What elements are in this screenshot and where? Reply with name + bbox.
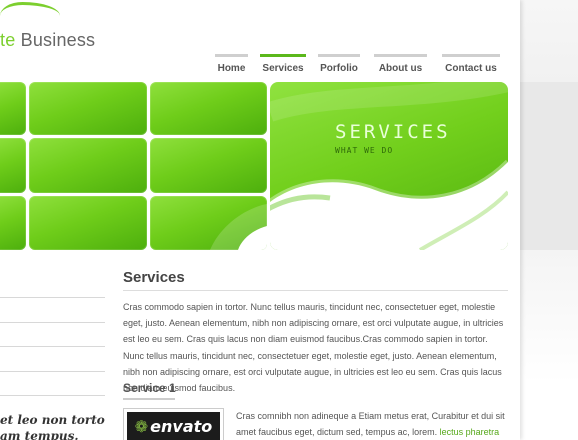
site-logo[interactable]: te Business: [0, 30, 95, 51]
banner-tile: [29, 196, 147, 250]
envato-logo: ❁ envato: [127, 412, 220, 440]
service-1-underline: [123, 398, 175, 400]
logo-swoosh-icon: [0, 2, 60, 24]
page-title: Services: [123, 269, 185, 286]
main-nav: Home Services Porfolio About us Contact …: [207, 54, 512, 74]
thumbnail-label: envato: [150, 416, 213, 436]
background-top-band: [520, 0, 578, 82]
banner-tile: [0, 82, 26, 135]
nav-item-contact-us[interactable]: Contact us: [442, 54, 500, 74]
nav-item-portfolio[interactable]: Porfolio: [318, 54, 360, 74]
sidebar-divider: [0, 371, 105, 372]
sidebar-divider: [0, 297, 105, 298]
logo-accent-text: te: [0, 30, 16, 50]
leaf-icon: ❁: [134, 416, 149, 436]
nav-item-home[interactable]: Home: [215, 54, 248, 74]
banner-tile: [29, 138, 147, 193]
banner-subtitle: WHAT WE DO: [335, 146, 394, 155]
logo-text: Business: [15, 30, 96, 50]
nav-item-about-us[interactable]: About us: [374, 54, 427, 74]
service-1-description: Cras comnibh non adineque a Etiam metus …: [236, 408, 511, 440]
background-bottom-band: [520, 250, 578, 440]
banner-tile: [0, 138, 26, 193]
background-mid-band: [520, 82, 578, 250]
sidebar-quote-line: et leo non tortor: [0, 413, 105, 427]
banner-tile: [29, 82, 147, 135]
sidebar-divider: [0, 322, 105, 323]
title-divider: [123, 290, 508, 291]
service-1-title: Service 1: [123, 381, 176, 395]
banner-tile: [150, 196, 267, 250]
sidebar-quote: et leo non tortor am tempus.: [0, 412, 105, 440]
service-1-thumbnail[interactable]: ❁ envato: [123, 408, 224, 440]
sidebar-divider: [0, 346, 105, 347]
banner-feature-panel: [270, 82, 508, 250]
sidebar-quote-line: am tempus.: [0, 429, 79, 440]
page-column: te Business Home Services Porfolio About…: [0, 0, 520, 440]
banner-tile: [150, 138, 267, 193]
banner-title: SERVICES: [335, 121, 451, 143]
intro-paragraph: Cras commodo sapien in tortor. Nunc tell…: [123, 302, 504, 394]
sidebar-divider: [0, 395, 105, 396]
banner-swoosh-icon: [270, 82, 508, 250]
nav-item-services[interactable]: Services: [260, 54, 306, 74]
banner-tile: [0, 196, 26, 250]
banner-tile: [150, 82, 267, 135]
